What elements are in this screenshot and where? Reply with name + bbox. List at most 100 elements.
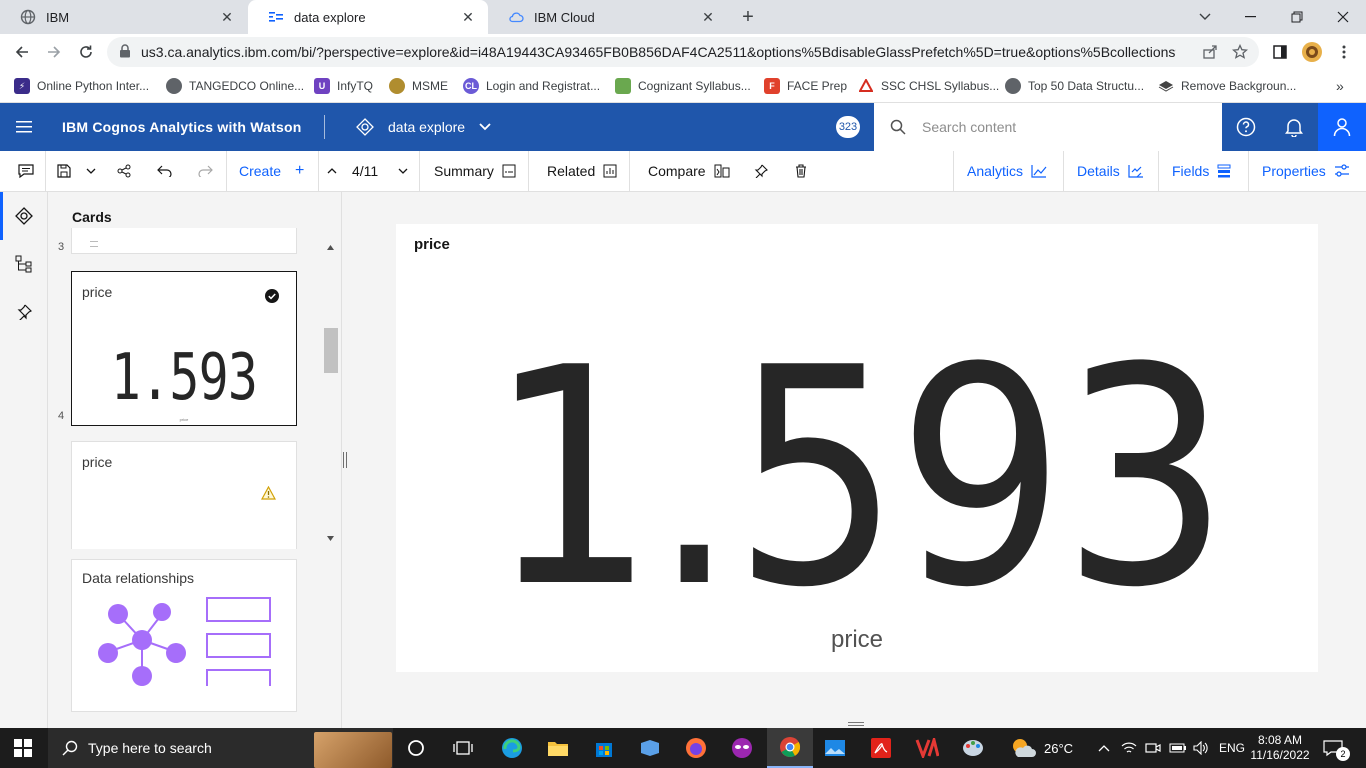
task-view-icon[interactable] xyxy=(440,728,486,768)
trash-icon[interactable] xyxy=(792,151,810,191)
chrome-taskbar-icon[interactable] xyxy=(767,728,813,768)
bookmark-ssc-chsl[interactable]: SSC CHSL Syllabus... xyxy=(858,76,999,96)
new-tab-button[interactable]: + xyxy=(736,5,760,29)
bookmark-tangedco[interactable]: TANGEDCO Online... xyxy=(166,76,304,96)
reload-button[interactable] xyxy=(72,38,100,66)
weather-widget[interactable]: 26°C xyxy=(1010,728,1073,768)
close-tab-icon[interactable]: ✕ xyxy=(460,9,476,25)
cards-scrollbar[interactable] xyxy=(324,241,338,546)
battery-icon[interactable] xyxy=(1169,728,1187,768)
card-4-price[interactable]: price 1.593 price xyxy=(71,271,297,426)
va-app-icon[interactable] xyxy=(904,728,950,768)
bookmark-online-python[interactable]: ⚡ Online Python Inter... xyxy=(14,76,149,96)
save-icon[interactable] xyxy=(54,151,74,191)
minimize-button[interactable] xyxy=(1228,0,1274,34)
tab-ibm[interactable]: IBM ✕ xyxy=(0,0,247,34)
notifications-bell-icon[interactable] xyxy=(1270,103,1318,151)
meet-now-icon[interactable] xyxy=(1145,728,1161,768)
restore-button[interactable] xyxy=(1274,0,1320,34)
save-menu-chevron-icon[interactable] xyxy=(82,151,100,191)
tab-search-chevron-icon[interactable] xyxy=(1182,0,1228,34)
redo-icon[interactable] xyxy=(195,151,215,191)
bottom-panel-handle[interactable] xyxy=(848,722,864,726)
more-bookmarks-icon[interactable]: » xyxy=(1336,76,1344,96)
close-tab-icon[interactable]: ✕ xyxy=(219,9,235,25)
forward-button[interactable] xyxy=(40,38,68,66)
tab-data-explore[interactable]: data explore ✕ xyxy=(248,0,488,34)
taskbar-search-placeholder: Type here to search xyxy=(88,740,212,756)
share-icon[interactable] xyxy=(114,151,134,191)
undo-icon[interactable] xyxy=(155,151,175,191)
windows-start-icon[interactable] xyxy=(0,728,46,768)
bookmark-top-50-ds[interactable]: Top 50 Data Structu... xyxy=(1005,76,1144,96)
close-tab-icon[interactable]: ✕ xyxy=(700,9,716,25)
related-button[interactable]: Related xyxy=(547,151,617,191)
browser-menu-icon[interactable] xyxy=(1330,38,1358,66)
summary-button[interactable]: Summary xyxy=(434,151,516,191)
comment-icon[interactable] xyxy=(14,151,38,191)
notification-count-badge[interactable]: 323 xyxy=(836,116,860,138)
relationships-rail-icon[interactable] xyxy=(0,240,48,288)
taskbar-search-box[interactable]: Type here to search xyxy=(48,728,393,768)
bookmark-star-icon[interactable] xyxy=(1226,38,1254,66)
address-bar-row: us3.ca.analytics.ibm.com/bi/?perspective… xyxy=(0,34,1366,70)
splitter-handle[interactable] xyxy=(343,452,347,468)
ssc-icon xyxy=(858,78,874,94)
bookmark-cognizant[interactable]: Cognizant Syllabus... xyxy=(615,76,751,96)
card-5-price[interactable]: price xyxy=(71,441,297,549)
card-kpi-value: 1.593 xyxy=(110,341,258,415)
details-button[interactable]: Details xyxy=(1077,151,1144,191)
kpi-visualization[interactable]: price 1.593 price xyxy=(396,224,1318,672)
acrobat-icon[interactable] xyxy=(858,728,904,768)
profile-avatar[interactable] xyxy=(1298,38,1326,66)
bookmark-msme[interactable]: MSME xyxy=(389,76,448,96)
volume-icon[interactable] xyxy=(1193,728,1209,768)
side-panel-icon[interactable] xyxy=(1266,38,1294,66)
store-icon[interactable] xyxy=(581,728,627,768)
cortana-icon[interactable] xyxy=(393,728,439,768)
create-button[interactable]: Create + xyxy=(239,151,304,191)
folder-app-icon[interactable] xyxy=(627,728,673,768)
card-3[interactable] xyxy=(71,228,297,254)
compare-button[interactable]: Compare xyxy=(648,151,730,191)
url-input[interactable]: us3.ca.analytics.ibm.com/bi/?perspective… xyxy=(107,37,1259,67)
file-explorer-icon[interactable] xyxy=(535,728,581,768)
wifi-icon[interactable] xyxy=(1121,728,1137,768)
bookmark-face-prep[interactable]: F FACE Prep xyxy=(764,76,847,96)
share-icon[interactable] xyxy=(1196,38,1224,66)
mask-app-icon[interactable] xyxy=(719,728,765,768)
tray-chevron-up-icon[interactable] xyxy=(1098,728,1110,768)
bookmark-remove-bg[interactable]: Remove Backgroun... xyxy=(1158,76,1296,96)
properties-label: Properties xyxy=(1262,163,1326,179)
toolbar-divider xyxy=(419,151,420,191)
previous-card-chevron-icon[interactable] xyxy=(324,151,340,191)
tab-ibm-cloud[interactable]: IBM Cloud ✕ xyxy=(488,0,728,34)
scrollbar-thumb[interactable] xyxy=(324,328,338,373)
context-switcher[interactable]: data explore xyxy=(356,103,491,151)
back-button[interactable] xyxy=(8,38,36,66)
edge-icon[interactable] xyxy=(489,728,535,768)
search-field[interactable]: Search content xyxy=(874,103,1222,151)
pin-rail-icon[interactable] xyxy=(0,288,48,336)
close-window-button[interactable] xyxy=(1320,0,1366,34)
panel-splitter[interactable] xyxy=(341,192,348,728)
photos-icon[interactable] xyxy=(812,728,858,768)
language-indicator[interactable]: ENG xyxy=(1219,728,1245,768)
paint-icon[interactable] xyxy=(950,728,996,768)
clock[interactable]: 8:08 AM 11/16/2022 xyxy=(1250,728,1310,768)
cards-rail-icon[interactable] xyxy=(0,192,48,240)
help-icon[interactable] xyxy=(1222,103,1270,151)
analytics-button[interactable]: Analytics xyxy=(967,151,1047,191)
hamburger-menu-icon[interactable] xyxy=(0,103,48,151)
firefox-icon[interactable] xyxy=(673,728,719,768)
bookmark-login-registration[interactable]: CL Login and Registrat... xyxy=(463,76,600,96)
next-card-chevron-icon[interactable] xyxy=(396,151,410,191)
bookmark-infytq[interactable]: U InfyTQ xyxy=(314,76,373,96)
card-number: 4 xyxy=(58,410,65,422)
notification-center-icon[interactable]: 2 xyxy=(1322,728,1350,768)
properties-button[interactable]: Properties xyxy=(1262,151,1350,191)
user-profile-icon[interactable] xyxy=(1318,103,1366,151)
data-relationships-card[interactable]: Data relationships xyxy=(71,559,297,712)
fields-button[interactable]: Fields xyxy=(1172,151,1231,191)
pin-icon[interactable] xyxy=(752,151,770,191)
